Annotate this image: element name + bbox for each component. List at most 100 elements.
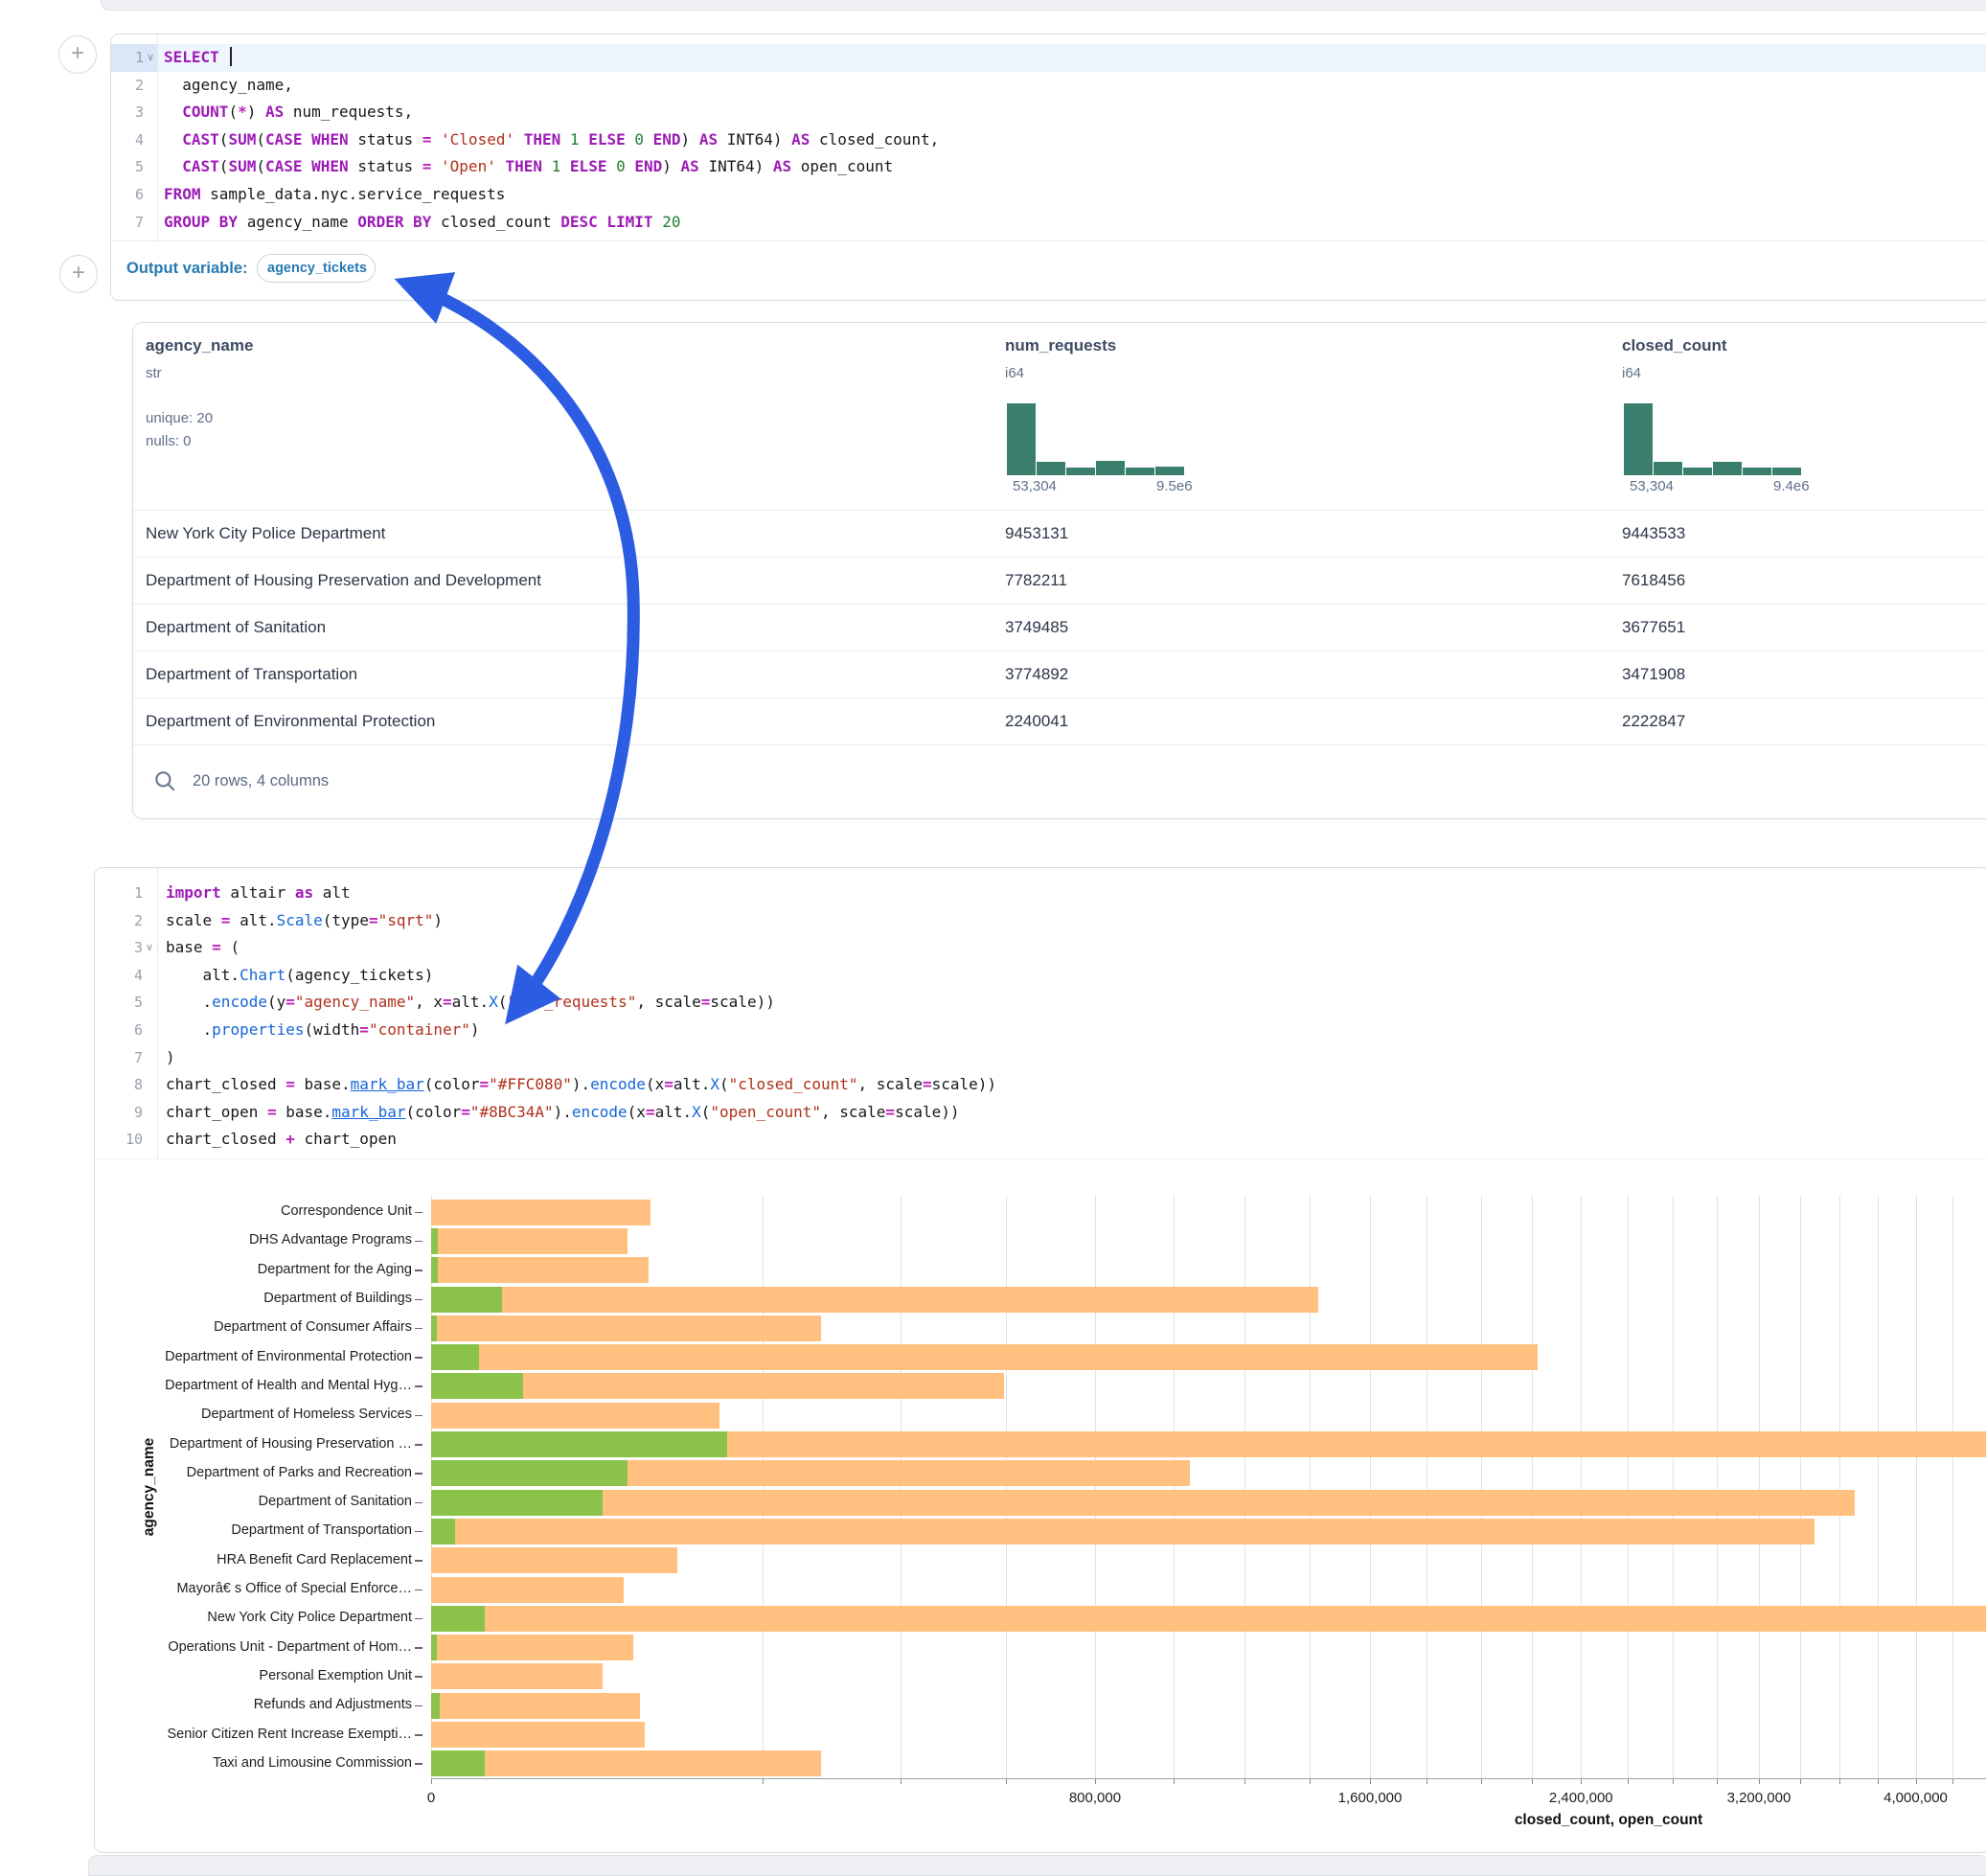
fold-chevron-icon[interactable]: ∨ (147, 44, 154, 72)
code-line[interactable]: 7 GROUP BY agency_name ORDER BY closed_co… (111, 209, 1986, 237)
table-footer: 20 rows, 4 columns (133, 744, 1986, 819)
table-row: Department of Housing Preservation and D… (133, 557, 1986, 605)
axis-tick (1916, 1779, 1917, 1784)
table-row-count: 20 rows, 4 columns (193, 772, 329, 790)
histogram-min-label: 53,304 (1630, 478, 1674, 494)
category-label: Taxi and Limousine Commission (95, 1755, 412, 1771)
x-tick-label: 2,400,000 (1523, 1790, 1638, 1806)
column-name: num_requests (1005, 336, 1116, 355)
line-number: 6 (111, 181, 144, 209)
category-label: Operations Unit - Department of Hom… (95, 1639, 412, 1655)
table-row: Department of Environmental Protection 22… (133, 698, 1986, 745)
category-label: New York City Police Department (95, 1610, 412, 1625)
open-count-bar (431, 1431, 727, 1457)
divider (111, 240, 1986, 241)
table-cell: Department of Transportation (146, 652, 357, 698)
category-label: Department of Sanitation (95, 1494, 412, 1509)
code-text: agency_name, (164, 72, 293, 100)
column-histogram (1624, 403, 1802, 475)
category-tick (415, 1241, 422, 1243)
column-stats: unique: 20nulls: 0 (146, 407, 213, 453)
category-label: Refunds and Adjustments (95, 1697, 412, 1712)
gridline (1532, 1196, 1533, 1778)
code-line[interactable]: 3 COUNT(*) AS num_requests, (111, 99, 1986, 126)
table-cell: New York City Police Department (146, 511, 385, 557)
code-text: GROUP BY agency_name ORDER BY closed_cou… (164, 209, 680, 237)
closed-count-bar (431, 1344, 1538, 1370)
code-line[interactable]: 2 agency_name, (111, 72, 1986, 100)
axis-tick (901, 1779, 902, 1784)
add-cell-button-top[interactable]: + (58, 35, 97, 74)
category-label: Senior Citizen Rent Increase Exempti… (95, 1727, 412, 1742)
axis-tick (1878, 1779, 1879, 1784)
category-tick (415, 1444, 422, 1446)
axis-tick (1310, 1779, 1311, 1784)
category-tick (415, 1763, 422, 1765)
code-line[interactable]: 1∨SELECT (111, 44, 1986, 72)
code-text: SELECT (164, 44, 232, 72)
axis-tick (1839, 1779, 1840, 1784)
closed-count-bar (431, 1200, 651, 1225)
axis-tick (431, 1779, 432, 1784)
category-tick (415, 1299, 422, 1301)
table-body: New York City Police Department945313194… (133, 510, 1986, 744)
gridline (1006, 1196, 1007, 1778)
output-variable-pill[interactable]: agency_tickets (257, 254, 376, 283)
code-line[interactable]: 5 CAST(SUM(CASE WHEN status = 'Open' THE… (111, 153, 1986, 181)
sql-cell: 1∨SELECT 2 agency_name,3 COUNT(*) AS num… (110, 34, 1986, 301)
category-label: Department of Buildings (95, 1291, 412, 1306)
table-cell: Department of Environmental Protection (146, 698, 435, 744)
open-count-bar (431, 1693, 440, 1719)
closed-count-bar (431, 1577, 624, 1603)
table-cell: 3677651 (1622, 605, 1685, 651)
category-label: Department of Transportation (95, 1522, 412, 1538)
code-line[interactable]: 4 CAST(SUM(CASE WHEN status = 'Closed' T… (111, 126, 1986, 154)
open-count-bar (431, 1635, 437, 1660)
code-text: CAST(SUM(CASE WHEN status = 'Closed' THE… (164, 126, 939, 154)
line-number: 7 (111, 209, 144, 237)
sql-editor[interactable]: 1∨SELECT 2 agency_name,3 COUNT(*) AS num… (111, 34, 1986, 240)
gridline (763, 1196, 764, 1778)
code-line[interactable]: 6FROM sample_data.nyc.service_requests (111, 181, 1986, 209)
axis-tick (1759, 1779, 1760, 1784)
axis-tick (1628, 1779, 1629, 1784)
gridline (1174, 1196, 1175, 1778)
category-tick (415, 1676, 422, 1678)
closed-count-bar (431, 1606, 1986, 1632)
table-cell: Department of Sanitation (146, 605, 326, 651)
axis-tick (1717, 1779, 1718, 1784)
column-histogram (1007, 403, 1185, 475)
category-label: Department of Environmental Protection (95, 1349, 412, 1364)
closed-count-bar (431, 1693, 640, 1719)
closed-count-bar (431, 1635, 633, 1660)
open-count-bar (431, 1519, 455, 1544)
search-icon[interactable] (152, 768, 177, 793)
closed-count-bar (431, 1287, 1318, 1313)
category-tick (415, 1328, 422, 1330)
category-tick (415, 1357, 422, 1359)
column-dtype: str (146, 365, 162, 381)
category-label: DHS Advantage Programs (95, 1232, 412, 1247)
category-label: Correspondence Unit (95, 1203, 412, 1219)
column-name: agency_name (146, 336, 253, 355)
closed-count-bar (431, 1228, 628, 1254)
category-tick (415, 1647, 422, 1649)
axis-tick (763, 1779, 764, 1784)
code-text: CAST(SUM(CASE WHEN status = 'Open' THEN … (164, 153, 893, 181)
category-label: Department of Consumer Affairs (95, 1319, 412, 1335)
category-tick (415, 1502, 422, 1504)
add-cell-button-middle[interactable]: + (59, 255, 98, 293)
table-cell: 7618456 (1622, 558, 1685, 604)
table-cell: 2222847 (1622, 698, 1685, 744)
category-tick (415, 1385, 422, 1387)
x-axis-line (431, 1778, 1986, 1779)
line-number: 5 (111, 153, 144, 181)
histogram-max-label: 9.4e6 (1773, 478, 1810, 494)
previous-cell-edge (101, 0, 1986, 11)
category-tick (415, 1531, 422, 1533)
output-variable-label: Output variable: (126, 260, 248, 278)
axis-tick (1006, 1779, 1007, 1784)
gridline (1839, 1196, 1840, 1778)
table-header: agency_namestr unique: 20nulls: 0 num_requ… (133, 323, 1986, 510)
category-tick (415, 1415, 422, 1417)
